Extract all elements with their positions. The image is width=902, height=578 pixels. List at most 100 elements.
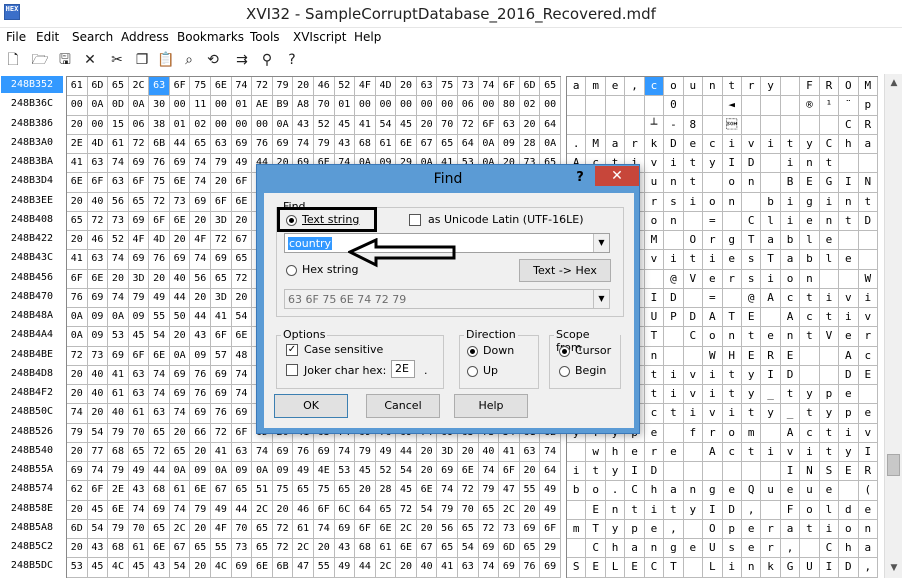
hex-byte[interactable]: 65 [231, 481, 253, 501]
hex-byte[interactable]: 65 [169, 442, 191, 462]
hex-byte[interactable]: 65 [437, 134, 458, 154]
hex-byte[interactable]: 69 [211, 385, 232, 405]
menu-edit[interactable]: Edit [36, 30, 59, 44]
hex-byte[interactable]: 54 [231, 308, 253, 328]
hex-byte[interactable]: 65 [252, 519, 273, 539]
text-char[interactable]: E [625, 558, 645, 578]
hex-byte[interactable]: 6F [231, 173, 253, 193]
text-char[interactable]: i [722, 558, 742, 578]
hex-byte[interactable]: 6F [169, 77, 191, 97]
text-char[interactable]: i [683, 404, 704, 424]
hex-byte[interactable]: 20 [396, 77, 417, 97]
hex-byte[interactable]: 0A [540, 134, 561, 154]
menu-address[interactable]: Address [121, 30, 169, 44]
text-char[interactable]: g [664, 539, 684, 559]
hex-byte[interactable]: 40 [169, 269, 191, 289]
hex-byte[interactable]: 74 [437, 481, 458, 501]
text-char[interactable]: a [605, 134, 626, 154]
text-char[interactable]: b [800, 250, 820, 270]
text-char[interactable]: s [741, 250, 762, 270]
hex-byte[interactable]: 43 [149, 558, 170, 578]
text-char[interactable]: w [586, 442, 606, 462]
hex-byte[interactable]: 74 [231, 385, 253, 405]
paste-icon[interactable]: 📋 [157, 51, 175, 69]
text-char[interactable]: D [839, 365, 859, 385]
cut-icon[interactable]: ✂ [108, 51, 126, 69]
hex-byte[interactable]: 20 [149, 269, 170, 289]
hex-byte[interactable]: 54 [169, 558, 191, 578]
hex-byte[interactable]: 2C [169, 519, 191, 539]
text-char[interactable]: v [683, 385, 704, 405]
text-char[interactable]: h [839, 539, 859, 559]
text-char[interactable]: e [722, 250, 742, 270]
hex-byte[interactable]: 69 [499, 558, 520, 578]
text-char[interactable]: S [819, 462, 840, 482]
text-char[interactable]: e [703, 269, 723, 289]
text-char[interactable]: I [858, 442, 878, 462]
hex-byte[interactable]: 74 [334, 442, 356, 462]
text-char[interactable]: E [800, 173, 820, 193]
hex-byte[interactable]: 43 [190, 327, 212, 347]
text-char[interactable]: t [819, 423, 840, 443]
hex-byte[interactable]: 74 [108, 288, 129, 308]
hex-byte[interactable]: 6F [355, 519, 376, 539]
hex-byte[interactable]: 49 [375, 442, 397, 462]
hex-byte[interactable]: 2E [67, 134, 88, 154]
text-char[interactable]: , [780, 539, 801, 559]
text-char[interactable]: E [839, 462, 859, 482]
text-char[interactable]: a [858, 539, 878, 559]
text-char[interactable]: k [761, 558, 781, 578]
hex-byte[interactable]: 79 [355, 442, 376, 462]
text-char[interactable] [722, 211, 742, 231]
text-char[interactable] [567, 115, 587, 135]
text-char[interactable]: g [703, 481, 723, 501]
find-icon[interactable]: ⌕ [180, 51, 198, 69]
text-char[interactable]: T [722, 308, 742, 328]
hex-byte[interactable]: 79 [108, 462, 129, 482]
text-char[interactable] [819, 346, 840, 366]
hex-byte[interactable]: 70 [457, 500, 479, 520]
text-char[interactable]: t [800, 288, 820, 308]
text-char[interactable]: E [586, 500, 606, 520]
text-char[interactable]: o [703, 327, 723, 347]
hex-byte[interactable]: 63 [128, 385, 150, 405]
text-char[interactable]: n [664, 173, 684, 193]
text-char[interactable]: I [761, 365, 781, 385]
text-char[interactable]: H [722, 346, 742, 366]
hex-byte[interactable]: 0A [169, 346, 191, 366]
menu-tools[interactable]: Tools [250, 30, 280, 44]
text-char[interactable] [839, 269, 859, 289]
hex-byte[interactable]: 53 [67, 558, 88, 578]
text-char[interactable]: n [800, 269, 820, 289]
hex-byte[interactable]: 00 [231, 115, 253, 135]
hex-byte[interactable]: 65 [190, 539, 212, 559]
hex-byte[interactable]: 69 [169, 250, 191, 270]
hex-byte[interactable]: 4F [128, 231, 150, 251]
text-char[interactable]: a [761, 231, 781, 251]
hex-byte[interactable]: 20 [190, 519, 212, 539]
text-char[interactable]: e [858, 404, 878, 424]
text-char[interactable]: @ [741, 288, 762, 308]
hex-byte[interactable]: 69 [87, 288, 109, 308]
hex-byte[interactable]: 64 [540, 462, 561, 482]
hex-byte[interactable]: 2C [252, 500, 273, 520]
text-char[interactable] [761, 154, 781, 174]
hex-byte[interactable]: 69 [128, 211, 150, 231]
text-char[interactable]: o [722, 423, 742, 443]
hex-byte[interactable]: 74 [190, 154, 212, 174]
text-char[interactable]: g [800, 192, 820, 212]
text-char[interactable]: o [586, 481, 606, 501]
text-char[interactable] [858, 231, 878, 251]
hex-byte[interactable]: 69 [190, 404, 212, 424]
hex-byte[interactable]: 0A [211, 462, 232, 482]
hex-byte[interactable]: 4F [211, 519, 232, 539]
hex-byte[interactable]: 6E [457, 462, 479, 482]
text-char[interactable] [761, 423, 781, 443]
hex-byte[interactable]: 74 [108, 250, 129, 270]
hex-byte[interactable]: 69 [313, 442, 335, 462]
hex-byte[interactable]: 76 [149, 250, 170, 270]
hex-byte[interactable]: 54 [87, 519, 109, 539]
hex-byte[interactable]: 20 [169, 327, 191, 347]
menu-search[interactable]: Search [72, 30, 113, 44]
hex-byte[interactable]: 68 [149, 481, 170, 501]
